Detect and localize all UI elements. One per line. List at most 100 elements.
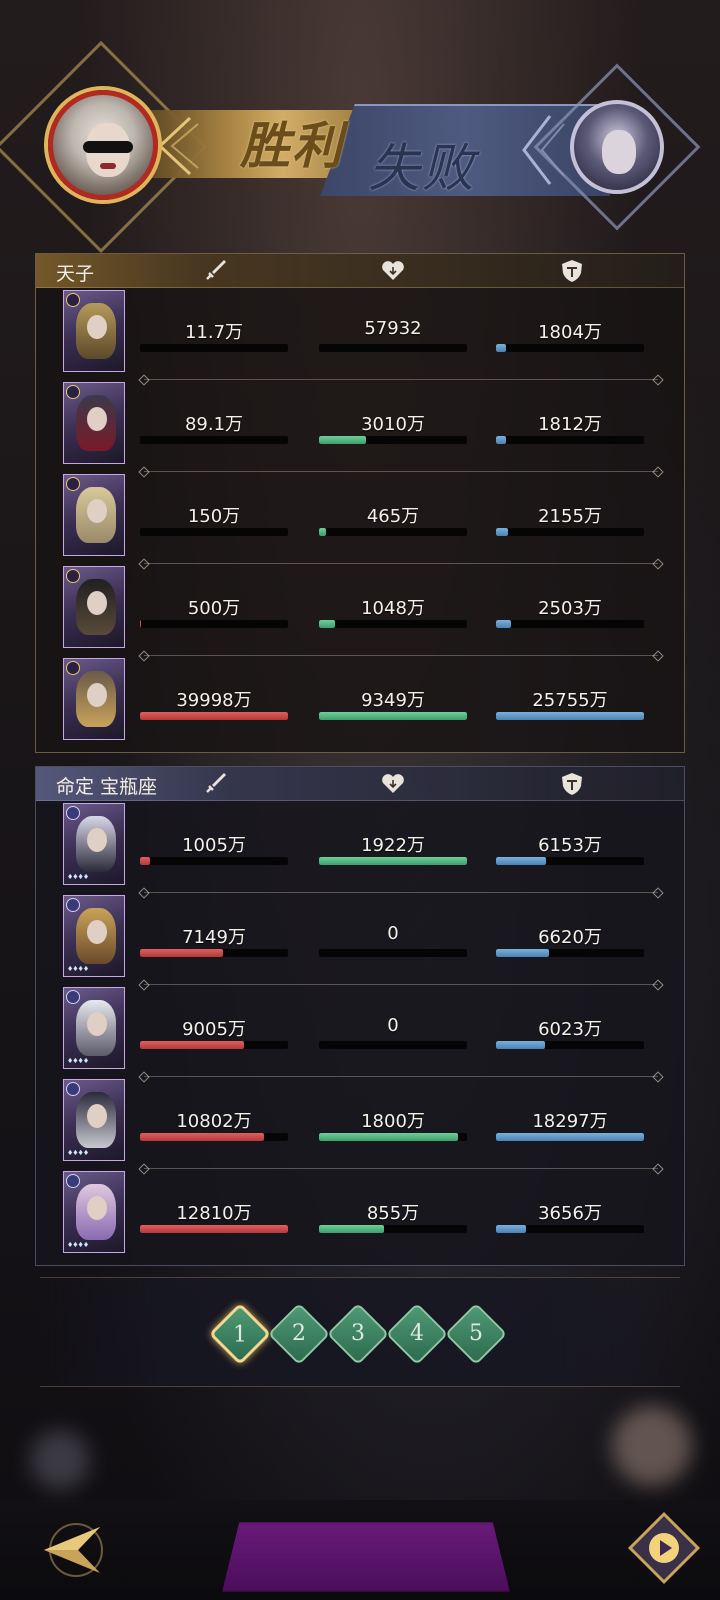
heart-icon — [382, 774, 404, 793]
hero-card[interactable] — [63, 290, 125, 372]
round-selector: 1 2 3 4 5 — [40, 1277, 680, 1387]
heal-stat: 1800万 — [319, 1107, 467, 1147]
tank-stat: 2155万 — [496, 502, 644, 542]
tank-value: 6023万 — [538, 1019, 602, 1040]
star-pips-icon: ♦♦♦♦ — [67, 1057, 89, 1065]
class-badge-icon — [66, 1082, 80, 1096]
player-row: 500万 1048万 2503万 — [36, 564, 684, 656]
damage-value: 150万 — [187, 506, 241, 527]
tank-stat: 6620万 — [496, 923, 644, 963]
heal-value: 1048万 — [361, 598, 425, 619]
tank-bar-fill — [496, 1225, 526, 1233]
hero-card[interactable]: ♦♦♦♦ — [63, 1079, 125, 1161]
round-button-3[interactable]: 3 — [326, 1302, 390, 1366]
tank-bar — [496, 1225, 644, 1233]
hero-face — [87, 1196, 107, 1220]
player-row: ♦♦♦♦ 12810万 855万 3656万 — [36, 1169, 684, 1261]
tank-value: 25755万 — [532, 690, 608, 711]
player-row: 11.7万 57932 1804万 — [36, 288, 684, 380]
hero-card[interactable]: ♦♦♦♦ — [63, 895, 125, 977]
heal-stat: 1922万 — [319, 831, 467, 871]
hero-card[interactable]: ♦♦♦♦ — [63, 803, 125, 885]
tank-stat: 1804万 — [496, 318, 644, 358]
heal-bar — [319, 1225, 467, 1233]
round-button-1[interactable]: 1 — [208, 1302, 272, 1366]
tank-bar — [496, 344, 644, 352]
shield-icon — [562, 773, 582, 795]
result-banner: 胜利 失败 — [0, 40, 720, 254]
heal-stat: 855万 — [319, 1199, 467, 1239]
round-button-2[interactable]: 2 — [267, 1302, 331, 1366]
tank-bar-fill — [496, 857, 547, 865]
tank-stat: 18297万 — [496, 1107, 644, 1147]
damage-bar-fill — [140, 712, 288, 720]
winner-avatar[interactable] — [48, 90, 158, 200]
damage-bar-fill — [140, 1225, 288, 1233]
round-button-5[interactable]: 5 — [444, 1302, 508, 1366]
tank-stat: 6023万 — [496, 1015, 644, 1055]
tank-stat: 2503万 — [496, 594, 644, 634]
heal-stat: 0 — [319, 923, 467, 963]
hero-card[interactable] — [63, 566, 125, 648]
team-header: 天子 — [36, 254, 684, 288]
player-row: 39998万 9349万 25755万 — [36, 656, 684, 748]
damage-bar — [140, 528, 288, 536]
damage-bar-fill — [140, 857, 151, 865]
tank-bar-fill — [496, 712, 644, 720]
heal-bar — [319, 712, 467, 720]
hero-face — [87, 407, 107, 431]
class-badge-icon — [66, 569, 80, 583]
hero-card[interactable] — [63, 382, 125, 464]
loser-avatar[interactable] — [570, 100, 664, 194]
damage-stat: 1005万 — [140, 831, 288, 871]
tank-value: 18297万 — [532, 1111, 608, 1132]
sunglasses-icon — [83, 141, 133, 153]
team-name: 天子 — [56, 263, 95, 285]
tank-value: 6620万 — [538, 927, 602, 948]
hero-card[interactable] — [63, 474, 125, 556]
replay-icon[interactable] — [626, 1510, 702, 1586]
heal-bar-fill — [319, 528, 327, 536]
hero-card[interactable] — [63, 658, 125, 740]
damage-value: 9005万 — [182, 1019, 246, 1040]
heal-bar-fill — [319, 1225, 385, 1233]
star-pips-icon: ♦♦♦♦ — [67, 1241, 89, 1249]
player-row: 89.1万 3010万 1812万 — [36, 380, 684, 472]
tank-bar-fill — [496, 949, 550, 957]
hero-face — [87, 828, 107, 852]
heal-bar — [319, 949, 467, 957]
tank-bar — [496, 712, 644, 720]
heal-bar — [319, 436, 467, 444]
tank-bar-fill — [496, 436, 507, 444]
heal-value: 3010万 — [361, 414, 425, 435]
round-label: 2 — [292, 1321, 306, 1346]
tank-bar-fill — [496, 1133, 644, 1141]
team-name: 命定 宝瓶座 — [56, 776, 158, 798]
damage-stat: 10802万 — [140, 1107, 288, 1147]
tank-stat: 6153万 — [496, 831, 644, 871]
damage-stat: 12810万 — [140, 1199, 288, 1239]
tank-bar — [496, 1133, 644, 1141]
tank-value: 2155万 — [538, 506, 602, 527]
hero-card[interactable]: ♦♦♦♦ — [63, 1171, 125, 1253]
hero-face — [87, 315, 107, 339]
damage-bar — [140, 712, 288, 720]
hero-face — [87, 1104, 107, 1128]
class-badge-icon — [66, 477, 80, 491]
hero-card[interactable]: ♦♦♦♦ — [63, 987, 125, 1069]
damage-stat: 150万 — [140, 502, 288, 542]
damage-bar-fill — [140, 1133, 265, 1141]
hero-face — [87, 499, 107, 523]
heal-stat: 1048万 — [319, 594, 467, 634]
heal-bar-fill — [319, 1133, 459, 1141]
heal-bar — [319, 620, 467, 628]
round-label: 3 — [351, 1321, 365, 1346]
back-arrow-icon[interactable] — [30, 1515, 110, 1585]
confirm-button[interactable] — [222, 1522, 510, 1592]
round-button-4[interactable]: 4 — [385, 1302, 449, 1366]
tank-value: 2503万 — [538, 598, 602, 619]
round-label: 4 — [410, 1321, 424, 1346]
heal-bar-fill — [319, 436, 367, 444]
heal-stat: 0 — [319, 1015, 467, 1055]
heal-value: 0 — [387, 1015, 399, 1036]
